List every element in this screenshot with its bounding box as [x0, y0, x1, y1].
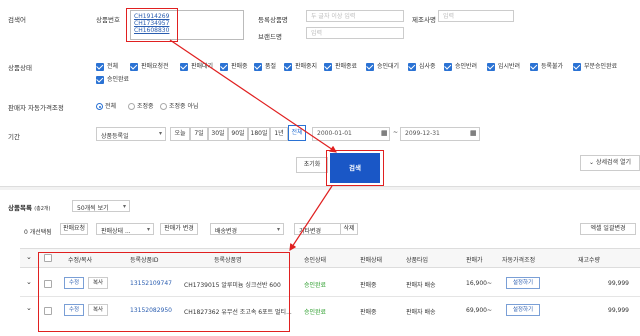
status-checkbox[interactable]: 품절 [254, 61, 276, 71]
preset-today-button[interactable]: 오늘 [170, 127, 190, 141]
checkbox-icon [408, 62, 416, 71]
stock-qty: 99,999 [608, 307, 629, 314]
checkbox-icon [96, 75, 104, 84]
status-checkbox[interactable]: 판매중 [220, 61, 248, 71]
status-checkbox[interactable]: 승인완료 [96, 74, 129, 84]
status-checkbox[interactable]: 판매종료 [324, 61, 357, 71]
price-adjust-label: 판매자 자동가격조정 [8, 104, 64, 112]
checkbox-icon [180, 62, 188, 71]
checkbox-icon [324, 62, 332, 71]
radio-all[interactable]: 전체 [96, 101, 116, 110]
selected-count: 0 개선택됨 [24, 229, 52, 236]
price: 69,900~ [466, 307, 493, 314]
status-checkbox[interactable]: 부분승인완료 [573, 61, 617, 71]
manufacturer-label: 제조사명 [412, 16, 436, 24]
checkbox-icon [220, 62, 228, 71]
auto-price-setting-button[interactable]: 설정하기 [506, 304, 540, 316]
highlight-result-rows [38, 252, 290, 332]
checkbox-icon [366, 62, 374, 71]
highlight-product-codes [126, 8, 178, 42]
product-type: 판매자 배송 [406, 309, 436, 316]
preset-90d-button[interactable]: 90일 [228, 127, 248, 141]
preset-7d-button[interactable]: 7일 [190, 127, 208, 141]
product-type: 판매자 배송 [406, 282, 436, 289]
checkbox-icon [530, 62, 538, 71]
manufacturer-input[interactable]: 입력 [438, 10, 514, 22]
price-change-button[interactable]: 판매가 변경 [160, 223, 198, 235]
product-no-label: 상품번호 [96, 16, 120, 24]
radio-not-adjusting[interactable]: 조정중 아님 [160, 101, 199, 110]
chevron-down-icon: ⌄ [589, 159, 596, 166]
search-panel: 검색어 상품번호 CH1914269 CH1734957 CH1608830 등… [0, 0, 640, 187]
status-checkbox[interactable]: 판매대기 [180, 61, 213, 71]
row-expand-icon[interactable]: ⌄ [26, 278, 32, 286]
status-checkbox[interactable]: 심사중 [408, 61, 436, 71]
auto-price-setting-button[interactable]: 설정하기 [506, 277, 540, 289]
status-checkbox[interactable]: 승인반려 [444, 61, 477, 71]
checkbox-icon [130, 62, 138, 71]
row-expand-icon[interactable]: ⌄ [26, 304, 32, 312]
radio-icon [160, 103, 167, 110]
radio-adjusting[interactable]: 조정중 [128, 101, 154, 110]
preset-30d-button[interactable]: 30일 [208, 127, 228, 141]
status-checkbox[interactable]: 판매중지 [284, 61, 317, 71]
checkbox-icon [284, 62, 292, 71]
status-checkbox[interactable]: 판매요청전 [130, 61, 169, 71]
reset-button[interactable]: 초기화 [296, 157, 328, 173]
checkbox-icon [254, 62, 262, 71]
col-header-auto-price: 자동가격조정 [502, 257, 536, 264]
sale-status-select[interactable]: 판매상태 ... [96, 223, 154, 235]
col-header-stock: 재고수량 [578, 257, 601, 264]
date-separator: ~ [393, 129, 399, 136]
sale-status: 판매중 [360, 282, 377, 289]
status-checkbox[interactable]: 승인대기 [366, 61, 399, 71]
status-checkbox[interactable]: 임시반려 [487, 61, 520, 71]
start-date-input[interactable]: 2000-01-01 [312, 127, 390, 141]
list-title: 상품목록 (총2개) [8, 204, 51, 212]
price: 16,900~ [466, 280, 493, 287]
col-header-approval: 승인상태 [304, 257, 327, 264]
radio-icon [96, 103, 103, 110]
col-header-type: 상품타입 [406, 257, 429, 264]
page-size-select[interactable]: 50개씩 보기 [72, 200, 130, 212]
stock-qty: 99,999 [608, 280, 629, 287]
checkbox-icon [487, 62, 495, 71]
sale-request-button[interactable]: 판매요청 [60, 223, 88, 235]
col-header-sale: 판매상태 [360, 257, 383, 264]
highlight-search-button [326, 150, 384, 186]
end-date-input[interactable]: 2099-12-31 [400, 127, 480, 141]
excel-bulk-change-button[interactable]: 엑셀 일괄변경 [580, 223, 636, 235]
col-header-price: 판매가 [466, 257, 483, 264]
sale-status: 판매중 [360, 309, 377, 316]
status-checkbox-all[interactable]: 전체 [96, 61, 118, 71]
delete-button[interactable]: 삭제 [340, 223, 358, 235]
approval-status: 승인완료 [304, 309, 327, 316]
date-type-select[interactable]: 상품등록일 [96, 127, 166, 141]
checkbox-icon [96, 62, 104, 71]
brand-input[interactable]: 입력 [306, 27, 404, 39]
status-checkbox[interactable]: 등록불가 [530, 61, 563, 71]
period-label: 기간 [8, 133, 20, 141]
radio-icon [128, 103, 135, 110]
shipping-change-select[interactable]: 배송변경 [210, 223, 284, 235]
reg-product-name-label: 등록상품명 [258, 16, 288, 24]
preset-180d-button[interactable]: 180일 [248, 127, 270, 141]
preset-1y-button[interactable]: 1년 [270, 127, 288, 141]
chevron-down-icon[interactable]: ⌄ [26, 253, 32, 261]
checkbox-icon [444, 62, 452, 71]
checkbox-icon [573, 62, 581, 71]
approval-status: 승인완료 [304, 282, 327, 289]
keyword-section-label: 검색어 [8, 16, 26, 24]
status-label: 상품상태 [8, 64, 32, 72]
preset-all-button[interactable]: 전체 [288, 125, 306, 141]
detail-search-toggle[interactable]: ⌄ 상세검색 열기 [580, 155, 640, 171]
brand-label: 브랜드명 [258, 33, 282, 41]
reg-product-name-input[interactable]: 두 글자 이상 입력 [306, 10, 404, 22]
calendar-icon[interactable]: ▦ [470, 129, 477, 137]
calendar-icon[interactable]: ▦ [381, 129, 388, 137]
